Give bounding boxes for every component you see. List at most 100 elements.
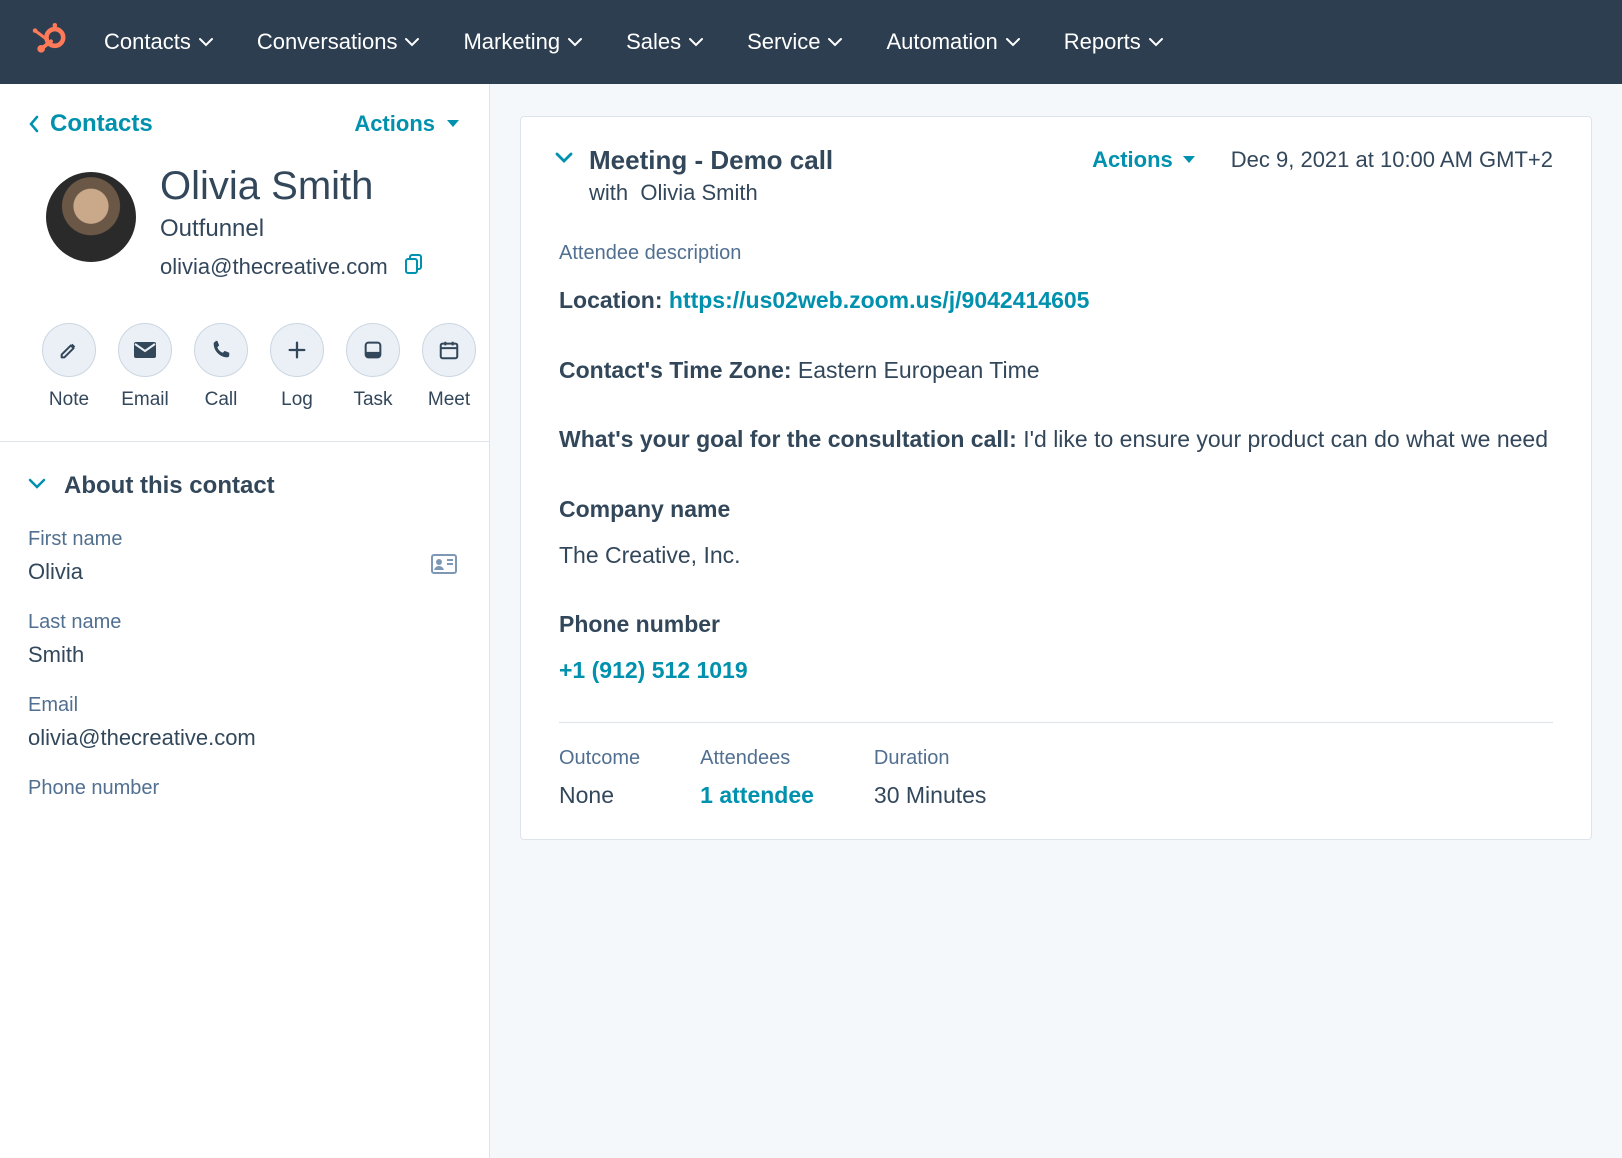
call-button[interactable]: Call [194,323,248,411]
phone-value-line: +1 (912) 512 1019 [559,653,1553,689]
nav-automation[interactable]: Automation [886,29,1019,55]
note-button[interactable]: Note [42,323,96,411]
chevron-down-icon [199,37,213,47]
main-container: Contacts Actions Olivia Smith Outfunnel … [0,84,1622,1158]
vcard-icon[interactable] [431,554,457,579]
action-label: Log [281,389,313,411]
with-name: Olivia Smith [640,180,757,205]
timezone-label: Contact's Time Zone: [559,357,792,383]
activity-actions-dropdown[interactable]: Actions [1092,147,1197,173]
chevron-down-icon [568,37,582,47]
email-button[interactable]: Email [118,323,172,411]
location-label: Location: [559,287,663,313]
nav-reports[interactable]: Reports [1064,29,1163,55]
action-label: Call [205,389,238,411]
nav-marketing[interactable]: Marketing [463,29,582,55]
contact-actions-dropdown[interactable]: Actions [354,111,461,137]
with-prefix: with [589,180,628,205]
nav-label: Conversations [257,29,398,55]
goal-label: What's your goal for the consultation ca… [559,426,1017,452]
activity-heading: Meeting - Demo call with Olivia Smith [589,145,833,206]
chevron-down-icon [405,37,419,47]
first-name-label: First name [28,528,461,551]
about-section: About this contact First name Olivia Las… [0,442,489,800]
nav-label: Automation [886,29,997,55]
phone-label-line: Phone number [559,607,1553,643]
action-row: Note Email Call Log [0,301,489,442]
duration-col[interactable]: Duration 30 Minutes [874,747,987,809]
outcome-col[interactable]: Outcome None [559,747,640,809]
chevron-down-icon [689,37,703,47]
location-line: Location: https://us02web.zoom.us/j/9042… [559,283,1553,319]
about-title: About this contact [64,472,275,500]
attendees-value[interactable]: 1 attendee [700,782,814,809]
email-icon [118,323,172,377]
calendar-icon [422,323,476,377]
outcome-label: Outcome [559,747,640,770]
back-label: Contacts [50,110,153,138]
goal-value: I'd like to ensure your product can do w… [1023,426,1548,452]
actions-label: Actions [1092,147,1173,173]
email-field[interactable]: Email olivia@thecreative.com [28,694,461,751]
action-label: Task [353,389,392,411]
chevron-left-icon [28,115,40,133]
email-value: olivia@thecreative.com [28,725,461,751]
nav-label: Sales [626,29,681,55]
chevron-down-icon [1149,37,1163,47]
contact-email-row: olivia@thecreative.com [160,253,424,281]
nav-conversations[interactable]: Conversations [257,29,420,55]
action-label: Email [121,389,169,411]
contact-hero: Olivia Smith Outfunnel olivia@thecreativ… [0,158,489,301]
collapse-icon[interactable] [555,151,573,170]
company-value: The Creative, Inc. [559,538,1553,574]
activity-body: Attendee description Location: https://u… [555,242,1553,809]
phone-link[interactable]: +1 (912) 512 1019 [559,657,748,683]
goal-line: What's your goal for the consultation ca… [559,422,1553,458]
action-label: Note [49,389,89,411]
note-icon [42,323,96,377]
attendees-col[interactable]: Attendees 1 attendee [700,747,814,809]
task-icon [346,323,400,377]
contact-info: Olivia Smith Outfunnel olivia@thecreativ… [160,164,424,281]
actions-label: Actions [354,111,435,137]
back-to-contacts[interactable]: Contacts [28,110,153,138]
phone-field[interactable]: Phone number [28,777,461,800]
caret-down-icon [445,118,461,130]
activity-head: Meeting - Demo call with Olivia Smith Ac… [555,145,1553,206]
left-panel: Contacts Actions Olivia Smith Outfunnel … [0,84,490,1158]
about-header[interactable]: About this contact [28,472,461,500]
duration-label: Duration [874,747,987,770]
contact-name: Olivia Smith [160,164,424,209]
contact-company: Outfunnel [160,215,424,243]
nav-service[interactable]: Service [747,29,842,55]
activity-title: Meeting - Demo call [589,145,833,176]
nav-sales[interactable]: Sales [626,29,703,55]
chevron-down-icon [828,37,842,47]
meet-button[interactable]: Meet [422,323,476,411]
attendee-description-label: Attendee description [559,242,1553,265]
activity-with: with Olivia Smith [589,180,833,206]
outcome-value: None [559,782,640,809]
last-name-field[interactable]: Last name Smith [28,611,461,668]
divider [559,722,1553,723]
log-button[interactable]: Log [270,323,324,411]
last-name-value: Smith [28,642,461,668]
phone-icon [194,323,248,377]
first-name-value: Olivia [28,559,461,585]
nav-contacts[interactable]: Contacts [104,29,213,55]
timezone-line: Contact's Time Zone: Eastern European Ti… [559,353,1553,389]
copy-icon[interactable] [404,253,424,281]
activity-card: Meeting - Demo call with Olivia Smith Ac… [520,116,1592,840]
caret-down-icon [1181,154,1197,166]
hubspot-logo-icon[interactable] [28,22,68,62]
nav-label: Contacts [104,29,191,55]
first-name-field[interactable]: First name Olivia [28,528,461,585]
right-panel: Meeting - Demo call with Olivia Smith Ac… [490,84,1622,1158]
avatar[interactable] [46,172,136,262]
task-button[interactable]: Task [346,323,400,411]
location-link[interactable]: https://us02web.zoom.us/j/9042414605 [669,287,1090,313]
meta-row: Outcome None Attendees 1 attendee Durati… [559,747,1553,809]
plus-icon [270,323,324,377]
nav-label: Service [747,29,820,55]
attendees-label: Attendees [700,747,814,770]
